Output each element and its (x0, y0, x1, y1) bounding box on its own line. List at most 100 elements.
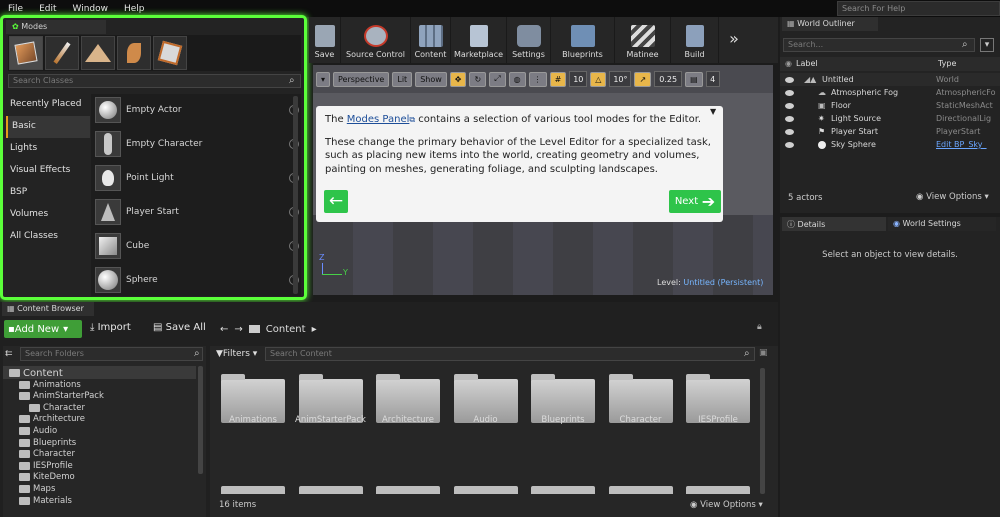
scale-icon[interactable]: ⤢ (489, 71, 506, 87)
folder-tile[interactable]: Character (608, 374, 674, 469)
world-local-icon[interactable]: ◍ (508, 71, 526, 87)
category-recently-placed[interactable]: Recently Placed (6, 94, 90, 116)
class-item-empty-actor[interactable]: Empty Actor ? (95, 94, 299, 126)
menu-edit[interactable]: Edit (31, 4, 64, 14)
folder-tree-scrollbar[interactable] (198, 366, 203, 474)
outliner-row-sky-sphere[interactable]: Sky Sphere Edit BP_Sky_ (780, 138, 1000, 151)
folder-tree-item[interactable]: AnimStarterPack (19, 390, 104, 402)
foliage-mode-icon[interactable] (117, 36, 151, 70)
folder-tree-toggle-icon[interactable]: ⇇ (5, 349, 13, 359)
visibility-eye-icon[interactable] (785, 102, 794, 109)
grid-snap-icon[interactable]: # (549, 71, 567, 87)
place-mode-icon[interactable] (9, 36, 43, 70)
forward-arrow-icon[interactable]: → (234, 324, 242, 335)
source-control-button[interactable]: Source Control (341, 17, 411, 63)
content-view-options-button[interactable]: ◉ View Options ▾ (690, 500, 763, 510)
outliner-view-options-button[interactable]: ◉ View Options ▾ (916, 192, 989, 202)
filters-button[interactable]: ▼Filters ▾ (216, 349, 257, 359)
grid-snap-value[interactable]: 10 (569, 71, 588, 87)
visibility-eye-icon[interactable] (785, 115, 794, 122)
path-root[interactable]: Content (266, 324, 306, 335)
folder-tile[interactable]: AnimStarterPack (295, 374, 366, 469)
folder-icon[interactable] (608, 486, 673, 494)
settings-button[interactable]: Settings (507, 17, 551, 63)
folder-tile[interactable]: Animations (220, 374, 286, 469)
tutorial-next-button[interactable]: Next ➔ (669, 190, 721, 213)
landscape-mode-icon[interactable] (81, 36, 115, 70)
camera-speed-icon[interactable]: ▤ (685, 71, 703, 87)
folder-tile[interactable]: IESProfile (685, 374, 751, 469)
folder-icon[interactable] (686, 486, 750, 494)
toolbar-overflow-button[interactable]: » (719, 17, 749, 63)
chevron-right-icon[interactable]: ▸ (312, 324, 317, 335)
category-visual-effects[interactable]: Visual Effects (6, 160, 90, 182)
class-list-scrollbar[interactable] (293, 96, 298, 294)
rotation-snap-icon[interactable]: △ (590, 71, 607, 87)
folder-tree-item[interactable]: Character (19, 448, 75, 460)
outliner-settings-icon[interactable]: ▾ (980, 38, 994, 52)
folder-icon[interactable] (298, 486, 363, 494)
show-button[interactable]: Show (415, 71, 447, 87)
folder-tree-item[interactable]: IESProfile (19, 460, 73, 472)
folder-tree-item[interactable]: Animations (19, 379, 81, 391)
folder-tree-item[interactable]: Character (29, 402, 85, 414)
world-settings-tab[interactable]: ◉ World Settings (888, 217, 996, 231)
class-item-player-start[interactable]: Player Start ? (95, 196, 299, 228)
search-content-input[interactable]: Search Content (265, 347, 755, 361)
folder-icon[interactable] (221, 486, 285, 494)
folder-tile[interactable]: Blueprints (530, 374, 596, 469)
folder-tile[interactable]: Architecture (375, 374, 441, 469)
modes-panel-link[interactable]: Modes Panel (347, 114, 410, 125)
tutorial-back-button[interactable]: ← (324, 190, 348, 213)
folder-tile[interactable]: Audio (453, 374, 519, 469)
viewport-options-button[interactable]: ▾ (316, 71, 331, 87)
back-arrow-icon[interactable]: ← (220, 324, 228, 335)
scale-snap-value[interactable]: 0.25 (654, 71, 683, 87)
category-lights[interactable]: Lights (6, 138, 90, 160)
content-browser-tab[interactable]: ▦ Content Browser (2, 302, 94, 316)
marketplace-button[interactable]: Marketplace (451, 17, 507, 63)
folder-tree-item[interactable]: Materials (19, 495, 72, 507)
visibility-eye-icon[interactable] (785, 128, 794, 135)
class-item-sphere[interactable]: Sphere ? (95, 264, 299, 296)
folder-icon[interactable] (531, 486, 595, 494)
outliner-row-untitled[interactable]: ◢▲ Untitled World (780, 73, 1000, 86)
class-item-point-light[interactable]: Point Light ? (95, 162, 299, 194)
folder-tree-item[interactable]: Content (9, 367, 63, 379)
add-new-button[interactable]: ▪ Add New ▾ (4, 320, 82, 338)
world-outliner-tab[interactable]: ▦ World Outliner (782, 17, 878, 31)
lock-icon[interactable]: 🔒︎ (757, 322, 762, 332)
modes-tab[interactable]: ✿ Modes (6, 20, 106, 34)
help-search-input[interactable]: Search For Help (837, 1, 1000, 16)
visibility-eye-icon[interactable] (785, 141, 794, 148)
geometry-mode-icon[interactable] (153, 36, 187, 70)
details-tab[interactable]: ⓘ Details (782, 217, 886, 231)
camera-speed-value[interactable]: 4 (705, 71, 720, 87)
save-all-button[interactable]: ▤ Save All (153, 322, 206, 333)
outliner-row-atmospheric-fog[interactable]: ☁ Atmospheric Fog AtmosphericFo (780, 86, 1000, 99)
blueprints-button[interactable]: Blueprints (551, 17, 615, 63)
class-item-cube[interactable]: Cube ? (95, 230, 299, 262)
folder-tree-item[interactable]: Architecture (19, 413, 85, 425)
save-search-icon[interactable]: ▣ (759, 348, 768, 358)
menu-window[interactable]: Window (65, 4, 117, 14)
search-classes-input[interactable]: Search Classes (8, 74, 301, 88)
paint-mode-icon[interactable] (45, 36, 79, 70)
visibility-eye-icon[interactable] (785, 76, 794, 83)
type-column-header[interactable]: Type (938, 59, 956, 68)
save-button[interactable]: Save (309, 17, 341, 63)
content-button[interactable]: Content (411, 17, 451, 63)
build-button[interactable]: Build (671, 17, 719, 63)
category-all-classes[interactable]: All Classes (6, 226, 90, 248)
menu-file[interactable]: File (0, 4, 31, 14)
search-folders-input[interactable]: Search Folders (20, 347, 203, 361)
menu-help[interactable]: Help (116, 4, 153, 14)
folder-icon[interactable] (376, 486, 440, 494)
category-basic[interactable]: Basic (6, 116, 90, 138)
folder-tree-item[interactable]: Blueprints (19, 437, 76, 449)
edit-blueprint-link[interactable]: Edit BP_Sky_ (936, 140, 1000, 149)
folder-icon[interactable] (453, 486, 518, 494)
folder-tree-item[interactable]: Audio (19, 425, 57, 437)
class-item-empty-character[interactable]: Empty Character ? (95, 128, 299, 160)
scale-snap-icon[interactable]: ↗ (634, 71, 652, 87)
